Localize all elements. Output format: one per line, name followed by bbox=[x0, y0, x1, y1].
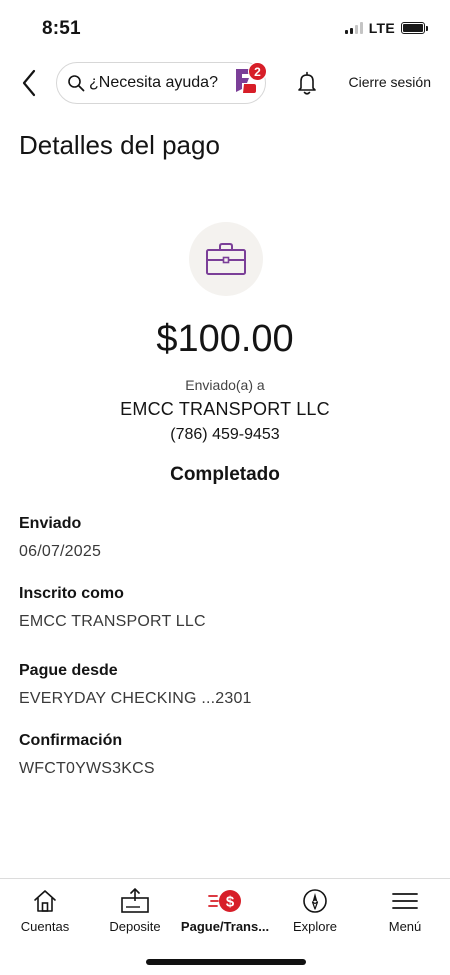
search-placeholder: ¿Necesita ayuda? bbox=[89, 74, 218, 91]
chevron-left-icon bbox=[22, 69, 36, 97]
tab-label: Pague/Trans... bbox=[180, 919, 270, 934]
tab-label: Cuentas bbox=[20, 919, 70, 934]
sent-to-label: Enviado(a) a bbox=[185, 377, 265, 393]
hamburger-menu-icon bbox=[392, 893, 418, 909]
signal-strength-icon bbox=[344, 22, 363, 34]
payment-amount: $100.00 bbox=[156, 318, 294, 360]
detail-label: Confirmación bbox=[19, 732, 123, 749]
detail-label: Enviado bbox=[19, 515, 82, 532]
tab-label: Deposite bbox=[109, 919, 161, 934]
payee-icon-circle bbox=[189, 222, 263, 296]
home-indicator[interactable] bbox=[146, 959, 306, 965]
battery-icon bbox=[401, 22, 428, 34]
detail-enrolled-as: Inscrito como EMCC TRANSPORT LLC bbox=[19, 585, 206, 631]
tab-explore[interactable]: Explore bbox=[270, 879, 360, 949]
tab-cuentas[interactable]: Cuentas bbox=[0, 879, 90, 949]
recipient-name: EMCC TRANSPORT LLC bbox=[120, 399, 330, 419]
notification-count-badge: 2 bbox=[248, 62, 267, 81]
detail-value: EVERYDAY CHECKING ...2301 bbox=[19, 690, 252, 707]
search-icon bbox=[68, 75, 85, 92]
pay-transfer-icon: $ bbox=[208, 890, 241, 912]
back-button[interactable] bbox=[14, 64, 44, 102]
compass-icon bbox=[303, 889, 327, 913]
recipient-phone: (786) 459-9453 bbox=[170, 426, 280, 443]
detail-label: Pague desde bbox=[19, 662, 118, 679]
svg-text:$: $ bbox=[226, 894, 235, 911]
notifications-button[interactable] bbox=[292, 68, 322, 98]
detail-confirmation: Confirmación WFCT0YWS3KCS bbox=[19, 732, 155, 778]
detail-value: EMCC TRANSPORT LLC bbox=[19, 613, 206, 630]
house-icon bbox=[34, 890, 56, 912]
status-bar: 8:51 LTE bbox=[0, 0, 450, 58]
network-type: LTE bbox=[368, 20, 395, 36]
tab-label: Explore bbox=[292, 919, 338, 934]
tab-label: Menú bbox=[388, 919, 422, 934]
detail-value: 06/07/2025 bbox=[19, 543, 102, 560]
tab-pague-transfiera[interactable]: $ Pague/Trans... bbox=[180, 879, 270, 949]
status-indicators: LTE bbox=[344, 20, 428, 36]
tab-deposite[interactable]: Deposite bbox=[90, 879, 180, 949]
briefcase-icon bbox=[206, 243, 246, 275]
status-time: 8:51 bbox=[42, 18, 81, 39]
top-navigation: ¿Necesita ayuda? 2 Cierre sesión bbox=[0, 58, 450, 108]
payment-status: Completado bbox=[170, 464, 280, 485]
page-title: Detalles del pago bbox=[19, 130, 220, 160]
detail-label: Inscrito como bbox=[19, 585, 124, 602]
bell-icon bbox=[298, 71, 316, 95]
detail-pay-from: Pague desde EVERYDAY CHECKING ...2301 bbox=[19, 662, 252, 708]
logout-link[interactable]: Cierre sesión bbox=[349, 74, 431, 90]
detail-value: WFCT0YWS3KCS bbox=[19, 760, 155, 777]
tab-menu[interactable]: Menú bbox=[360, 879, 450, 949]
deposit-icon bbox=[121, 888, 149, 913]
detail-sent-date: Enviado 06/07/2025 bbox=[19, 515, 101, 561]
